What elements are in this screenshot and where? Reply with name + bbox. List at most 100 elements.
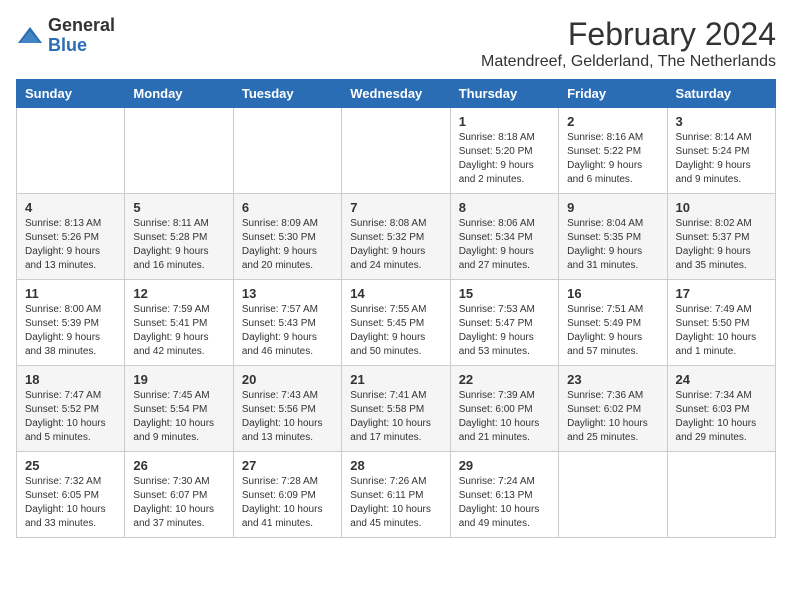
calendar-cell: 5 Sunrise: 8:11 AM Sunset: 5:28 PM Daylig… — [125, 194, 233, 280]
day-info: Sunrise: 7:43 AM Sunset: 5:56 PM Dayligh… — [242, 389, 333, 445]
day-number: 8 — [459, 200, 550, 215]
day-number: 11 — [25, 286, 116, 301]
subtitle: Matendreef, Gelderland, The Netherlands — [481, 53, 776, 71]
calendar-cell: 2 Sunrise: 8:16 AM Sunset: 5:22 PM Daylig… — [559, 108, 667, 194]
calendar-cell: 18 Sunrise: 7:47 AM Sunset: 5:52 PM Dayli… — [17, 366, 125, 452]
day-info: Sunrise: 7:28 AM Sunset: 6:09 PM Dayligh… — [242, 475, 333, 531]
header: General Blue February 2024 Matendreef, G… — [16, 16, 776, 71]
day-number: 28 — [350, 458, 441, 473]
day-number: 21 — [350, 372, 441, 387]
day-info: Sunrise: 7:32 AM Sunset: 6:05 PM Dayligh… — [25, 475, 116, 531]
day-number: 18 — [25, 372, 116, 387]
calendar-cell: 8Sunrise: 8:06 AM Sunset: 5:34 PM Daylig… — [450, 194, 558, 280]
day-info: Sunrise: 8:02 AM Sunset: 5:37 PM Dayligh… — [676, 217, 767, 273]
day-number: 17 — [676, 286, 767, 301]
calendar-cell: 16 Sunrise: 7:51 AM Sunset: 5:49 PM Dayli… — [559, 280, 667, 366]
calendar-cell: 17 Sunrise: 7:49 AM Sunset: 5:50 PM Dayli… — [667, 280, 775, 366]
calendar-cell: 25 Sunrise: 7:32 AM Sunset: 6:05 PM Dayli… — [17, 452, 125, 538]
day-number: 6 — [242, 200, 333, 215]
calendar-cell: 27 Sunrise: 7:28 AM Sunset: 6:09 PM Dayli… — [233, 452, 341, 538]
week-row-3: 18 Sunrise: 7:47 AM Sunset: 5:52 PM Dayli… — [17, 366, 776, 452]
calendar-cell: 3 Sunrise: 8:14 AM Sunset: 5:24 PM Daylig… — [667, 108, 775, 194]
calendar-cell: 22 Sunrise: 7:39 AM Sunset: 6:00 PM Dayli… — [450, 366, 558, 452]
calendar-cell: 19 Sunrise: 7:45 AM Sunset: 5:54 PM Dayli… — [125, 366, 233, 452]
day-info: Sunrise: 7:53 AM Sunset: 5:47 PM Dayligh… — [459, 303, 550, 359]
calendar-cell — [667, 452, 775, 538]
day-info: Sunrise: 7:36 AM Sunset: 6:02 PM Dayligh… — [567, 389, 658, 445]
week-row-1: 4 Sunrise: 8:13 AM Sunset: 5:26 PM Daylig… — [17, 194, 776, 280]
day-number: 15 — [459, 286, 550, 301]
day-number: 13 — [242, 286, 333, 301]
weekday-header-tuesday: Tuesday — [233, 80, 341, 108]
day-number: 26 — [133, 458, 224, 473]
day-info: Sunrise: 7:30 AM Sunset: 6:07 PM Dayligh… — [133, 475, 224, 531]
logo-general: General — [48, 15, 115, 35]
calendar-cell: 9Sunrise: 8:04 AM Sunset: 5:35 PM Daylig… — [559, 194, 667, 280]
day-info: Sunrise: 8:14 AM Sunset: 5:24 PM Dayligh… — [676, 131, 767, 187]
calendar-cell: 21 Sunrise: 7:41 AM Sunset: 5:58 PM Dayli… — [342, 366, 450, 452]
calendar-cell — [233, 108, 341, 194]
week-row-4: 25 Sunrise: 7:32 AM Sunset: 6:05 PM Dayli… — [17, 452, 776, 538]
day-info: Sunrise: 8:16 AM Sunset: 5:22 PM Dayligh… — [567, 131, 658, 187]
weekday-header-monday: Monday — [125, 80, 233, 108]
day-info: Sunrise: 7:49 AM Sunset: 5:50 PM Dayligh… — [676, 303, 767, 359]
logo-icon — [16, 25, 44, 47]
logo-blue: Blue — [48, 35, 87, 55]
weekday-header-wednesday: Wednesday — [342, 80, 450, 108]
calendar-body: 1Sunrise: 8:18 AM Sunset: 5:20 PM Daylig… — [17, 108, 776, 538]
day-number: 19 — [133, 372, 224, 387]
calendar-cell: 10 Sunrise: 8:02 AM Sunset: 5:37 PM Dayli… — [667, 194, 775, 280]
day-number: 12 — [133, 286, 224, 301]
weekday-header-row: SundayMondayTuesdayWednesdayThursdayFrid… — [17, 80, 776, 108]
day-number: 27 — [242, 458, 333, 473]
day-number: 23 — [567, 372, 658, 387]
calendar-cell: 1Sunrise: 8:18 AM Sunset: 5:20 PM Daylig… — [450, 108, 558, 194]
day-number: 29 — [459, 458, 550, 473]
day-number: 2 — [567, 114, 658, 129]
day-info: Sunrise: 8:09 AM Sunset: 5:30 PM Dayligh… — [242, 217, 333, 273]
day-info: Sunrise: 7:47 AM Sunset: 5:52 PM Dayligh… — [25, 389, 116, 445]
calendar-cell — [559, 452, 667, 538]
calendar-cell: 20Sunrise: 7:43 AM Sunset: 5:56 PM Dayli… — [233, 366, 341, 452]
day-info: Sunrise: 7:24 AM Sunset: 6:13 PM Dayligh… — [459, 475, 550, 531]
day-info: Sunrise: 8:08 AM Sunset: 5:32 PM Dayligh… — [350, 217, 441, 273]
day-number: 25 — [25, 458, 116, 473]
calendar-cell: 4 Sunrise: 8:13 AM Sunset: 5:26 PM Daylig… — [17, 194, 125, 280]
calendar-cell: 7Sunrise: 8:08 AM Sunset: 5:32 PM Daylig… — [342, 194, 450, 280]
day-number: 5 — [133, 200, 224, 215]
day-info: Sunrise: 7:34 AM Sunset: 6:03 PM Dayligh… — [676, 389, 767, 445]
weekday-header-friday: Friday — [559, 80, 667, 108]
day-number: 3 — [676, 114, 767, 129]
calendar-cell — [342, 108, 450, 194]
day-number: 22 — [459, 372, 550, 387]
day-info: Sunrise: 7:57 AM Sunset: 5:43 PM Dayligh… — [242, 303, 333, 359]
day-info: Sunrise: 7:55 AM Sunset: 5:45 PM Dayligh… — [350, 303, 441, 359]
day-number: 10 — [676, 200, 767, 215]
day-info: Sunrise: 7:59 AM Sunset: 5:41 PM Dayligh… — [133, 303, 224, 359]
day-info: Sunrise: 8:00 AM Sunset: 5:39 PM Dayligh… — [25, 303, 116, 359]
calendar-cell: 29 Sunrise: 7:24 AM Sunset: 6:13 PM Dayli… — [450, 452, 558, 538]
day-number: 14 — [350, 286, 441, 301]
weekday-header-sunday: Sunday — [17, 80, 125, 108]
day-info: Sunrise: 7:51 AM Sunset: 5:49 PM Dayligh… — [567, 303, 658, 359]
day-number: 24 — [676, 372, 767, 387]
day-info: Sunrise: 8:11 AM Sunset: 5:28 PM Dayligh… — [133, 217, 224, 273]
day-number: 16 — [567, 286, 658, 301]
day-info: Sunrise: 8:04 AM Sunset: 5:35 PM Dayligh… — [567, 217, 658, 273]
calendar-table: SundayMondayTuesdayWednesdayThursdayFrid… — [16, 79, 776, 538]
calendar-cell: 6 Sunrise: 8:09 AM Sunset: 5:30 PM Daylig… — [233, 194, 341, 280]
day-info: Sunrise: 7:41 AM Sunset: 5:58 PM Dayligh… — [350, 389, 441, 445]
day-number: 4 — [25, 200, 116, 215]
calendar-cell: 26 Sunrise: 7:30 AM Sunset: 6:07 PM Dayli… — [125, 452, 233, 538]
day-info: Sunrise: 7:39 AM Sunset: 6:00 PM Dayligh… — [459, 389, 550, 445]
day-info: Sunrise: 7:26 AM Sunset: 6:11 PM Dayligh… — [350, 475, 441, 531]
day-info: Sunrise: 8:13 AM Sunset: 5:26 PM Dayligh… — [25, 217, 116, 273]
calendar-cell — [17, 108, 125, 194]
day-info: Sunrise: 8:18 AM Sunset: 5:20 PM Dayligh… — [459, 131, 550, 187]
calendar-cell: 11 Sunrise: 8:00 AM Sunset: 5:39 PM Dayli… — [17, 280, 125, 366]
calendar-cell: 15 Sunrise: 7:53 AM Sunset: 5:47 PM Dayli… — [450, 280, 558, 366]
month-title: February 2024 — [481, 16, 776, 53]
weekday-header-thursday: Thursday — [450, 80, 558, 108]
calendar-cell: 12 Sunrise: 7:59 AM Sunset: 5:41 PM Dayli… — [125, 280, 233, 366]
day-info: Sunrise: 7:45 AM Sunset: 5:54 PM Dayligh… — [133, 389, 224, 445]
